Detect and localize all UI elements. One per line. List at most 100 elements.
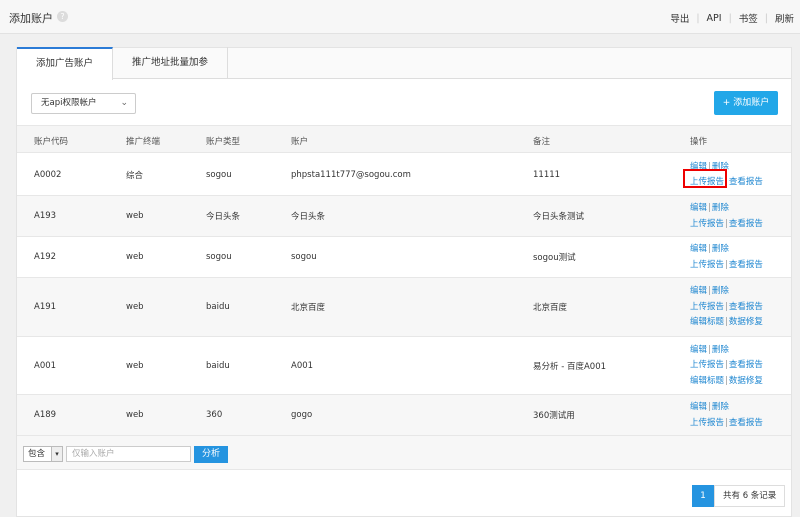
top-bar: 添加账户 ? 导出 | API | 书签 | 刷新 (0, 0, 800, 34)
view-report-link[interactable]: 查看报告 (729, 219, 763, 229)
edit-link[interactable]: 编辑 (690, 402, 707, 412)
table-row: A001 web baidu A001 易分析 - 百度A001 编辑|删除 上传报告|查看… (17, 337, 791, 395)
cell-account-type: sogou (206, 252, 232, 262)
cell-account: A001 (291, 360, 314, 371)
edit-link[interactable]: 编辑 (690, 244, 707, 254)
cell-account-type: sogou (206, 169, 232, 180)
cell-account: 北京百度 (291, 303, 326, 313)
table-row: A193 web 今日头条 今日头条 今日头条测试 编辑|删除 上传报告|查看报告 (17, 196, 791, 237)
cell-account-type: baidu (206, 360, 230, 371)
chevron-down-icon: ⌄ (120, 98, 128, 108)
col-note: 备注 (533, 137, 551, 147)
action-line: 编辑|删除 (690, 284, 763, 300)
col-account-code: 账户代码 (34, 137, 69, 147)
top-links: 导出 | API | 书签 | 刷新 (670, 11, 794, 26)
cell-account: gogo (291, 410, 313, 420)
divider: | (728, 12, 732, 24)
data-repair-link[interactable]: 数据修复 (729, 317, 763, 327)
divider: | (725, 360, 728, 371)
upload-report-highlight (683, 169, 727, 188)
col-account: 账户 (291, 137, 309, 147)
edit-link[interactable]: 编辑 (690, 286, 707, 296)
view-report-link[interactable]: 查看报告 (729, 418, 763, 428)
divider: | (708, 244, 711, 254)
action-line: 编辑|删除 (690, 242, 763, 258)
select-value: 无api权限帐户 (41, 98, 97, 108)
cell-note: 今日头条测试 (533, 212, 585, 222)
edit-title-link[interactable]: 编辑标题 (690, 317, 724, 327)
table-row: A189 web 360 gogo 360测试用 编辑|删除 上传报告|查看报告 (17, 395, 791, 436)
page-number-button[interactable]: 1 (692, 485, 714, 507)
row-actions: 编辑|删除上传报告|查看报告 (690, 201, 763, 232)
divider: | (708, 203, 711, 213)
help-icon[interactable]: ? (57, 11, 68, 22)
account-search-input[interactable]: 仅输入账户 (66, 446, 191, 462)
upload-report-link[interactable]: 上传报告 (690, 360, 724, 370)
row-actions: 编辑|删除 上传报告|查看报告 (690, 400, 763, 431)
upload-report-link[interactable]: 上传报告 (690, 219, 724, 229)
data-repair-link[interactable]: 数据修复 (729, 376, 763, 386)
table-row: A0002 综合 sogou phpsta111t777@sogou.com 11111… (17, 154, 791, 196)
action-line: 编辑标题|数据修复 (690, 315, 763, 331)
cell-account-code: A001 (34, 360, 57, 371)
divider: | (696, 12, 700, 24)
action-line: 编辑标题|数据修复 (690, 374, 763, 390)
cell-terminal: web (126, 410, 144, 420)
edit-title-link[interactable]: 编辑标题 (690, 376, 724, 386)
divider: | (708, 402, 711, 412)
view-report-link[interactable]: 查看报告 (729, 302, 763, 312)
edit-link[interactable]: 编辑 (690, 345, 707, 355)
record-count: 共有 6 条记录 (714, 485, 786, 507)
cell-account-type: 360 (206, 410, 223, 420)
table-row: A192 web sogou sogou sogou测试 编辑|删除 上传报告|查看报告 (17, 237, 791, 278)
cell-note: 360测试用 (533, 411, 575, 421)
plus-icon: + (722, 98, 731, 108)
view-report-link[interactable]: 查看报告 (729, 260, 763, 270)
cell-account: sogou (291, 252, 317, 262)
delete-link[interactable]: 删除 (712, 286, 729, 296)
col-actions: 操作 (690, 137, 708, 147)
divider: | (708, 344, 711, 355)
edit-link[interactable]: 编辑 (690, 203, 707, 213)
api-link[interactable]: API (707, 13, 722, 24)
tab-add-ad-account[interactable]: 添加广告账户 (17, 47, 113, 80)
view-report-link[interactable]: 查看报告 (729, 177, 763, 187)
bookmark-link[interactable]: 书签 (739, 11, 758, 25)
table-header: 账户代码 推广终端 账户类型 账户 备注 操作 (17, 125, 791, 153)
col-account-type: 账户类型 (206, 137, 241, 147)
cell-note: sogou测试 (533, 253, 576, 263)
cell-account-code: A193 (34, 211, 57, 221)
cell-terminal: web (126, 252, 144, 262)
table-row: A191 web baidu 北京百度 北京百度 编辑|删除 上传报告|查看报告 编辑标题|数… (17, 278, 791, 337)
cell-account-type: 今日头条 (206, 212, 241, 222)
upload-report-link[interactable]: 上传报告 (690, 418, 724, 428)
divider: | (725, 317, 728, 328)
delete-link[interactable]: 删除 (712, 203, 729, 213)
tab-batch-params[interactable]: 推广地址批量加参 (113, 47, 228, 79)
delete-link[interactable]: 删除 (712, 244, 729, 254)
match-mode-value: 包含 (28, 449, 46, 459)
cell-note: 11111 (533, 169, 561, 180)
analyze-button[interactable]: 分析 (194, 446, 228, 463)
account-permission-select[interactable]: 无api权限帐户 ⌄ (31, 93, 136, 114)
delete-link[interactable]: 删除 (712, 345, 729, 355)
divider: | (725, 375, 728, 386)
action-line: 上传报告|查看报告 (690, 258, 763, 274)
match-mode-select[interactable]: 包含 ▾ (23, 446, 63, 462)
delete-link[interactable]: 删除 (712, 402, 729, 412)
row-actions: 编辑|删除上传报告|查看报告编辑标题|数据修复 (690, 284, 763, 331)
cell-terminal: web (126, 302, 144, 312)
export-link[interactable]: 导出 (670, 11, 689, 25)
action-line: 上传报告|查看报告 (690, 358, 763, 374)
action-line: 上传报告|查看报告 (690, 416, 763, 432)
view-report-link[interactable]: 查看报告 (729, 360, 763, 370)
add-account-button[interactable]: + 添加账户 (714, 91, 778, 115)
cell-account-code: A192 (34, 252, 57, 262)
action-line: 编辑|删除 (690, 400, 763, 416)
upload-report-link[interactable]: 上传报告 (690, 302, 724, 312)
action-line: 上传报告|查看报告 (690, 217, 763, 233)
refresh-link[interactable]: 刷新 (775, 11, 794, 25)
divider: | (725, 259, 728, 270)
col-terminal: 推广终端 (126, 137, 161, 147)
upload-report-link[interactable]: 上传报告 (690, 260, 724, 270)
